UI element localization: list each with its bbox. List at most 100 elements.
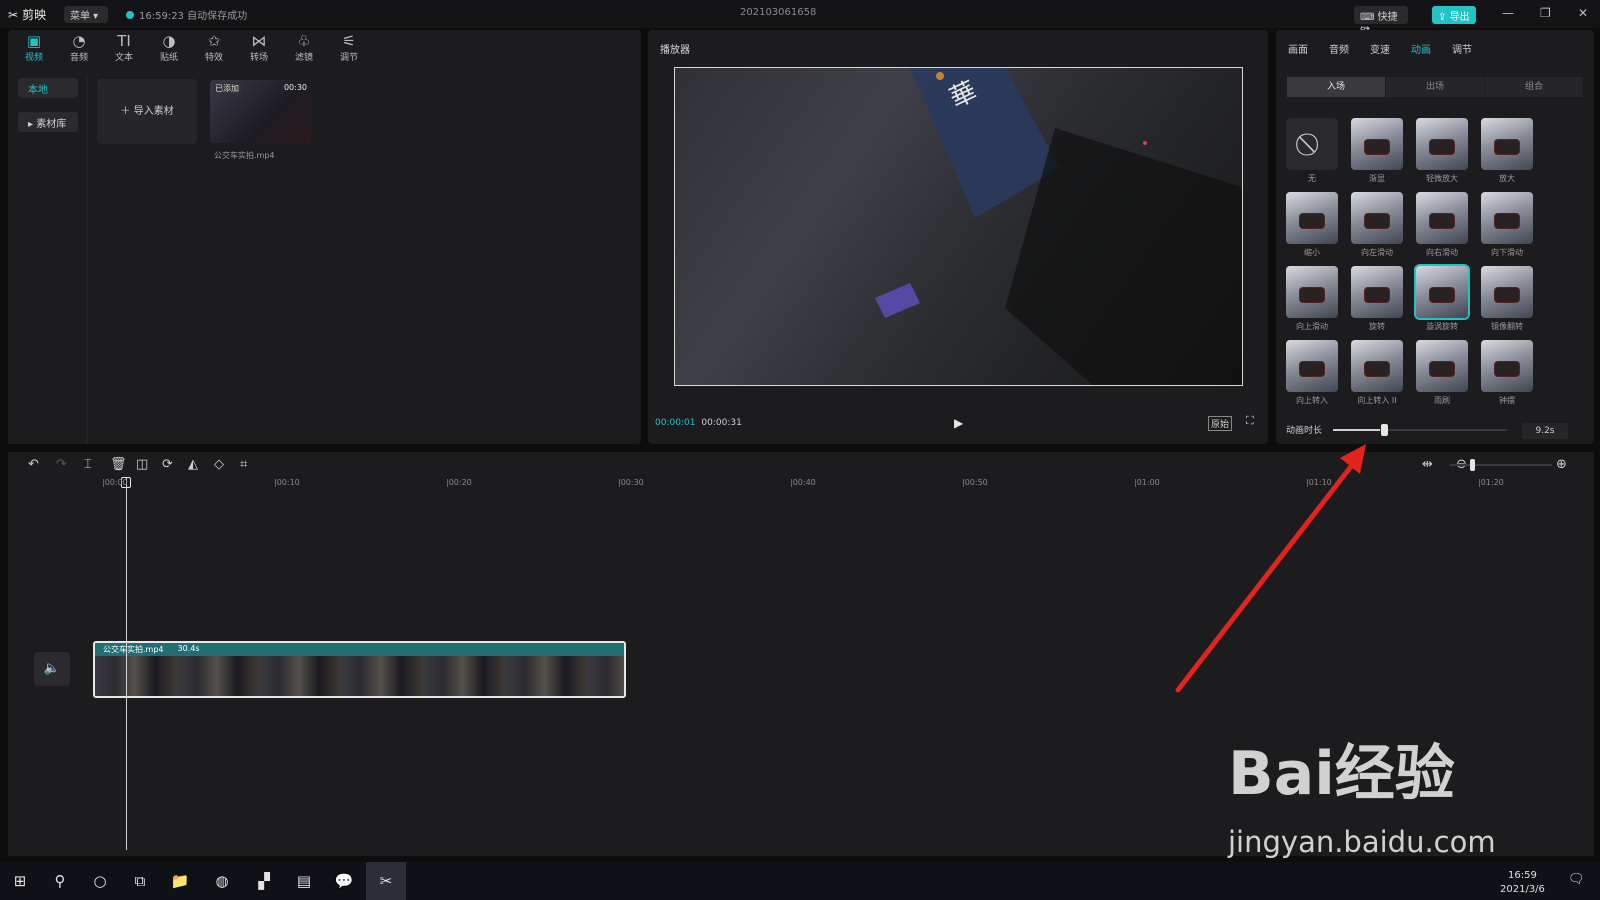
- toolbar-effects[interactable]: ✩ 特效: [196, 32, 232, 63]
- animation-label: 渐显: [1369, 174, 1385, 183]
- watermark-url: jingyan.baidu.com: [1228, 825, 1496, 859]
- file-explorer-icon[interactable]: 📁: [160, 862, 200, 900]
- animation-duration-slider[interactable]: [1333, 429, 1507, 431]
- media-clip-thumbnail[interactable]: 已添加 00:30: [210, 80, 311, 143]
- crop-icon[interactable]: ⌗: [240, 457, 247, 472]
- animation-preset[interactable]: 渐显: [1351, 118, 1403, 192]
- menu-button[interactable]: 菜单 ▾: [64, 6, 108, 23]
- mirror-icon[interactable]: ◭: [188, 457, 198, 472]
- wechat-icon[interactable]: 💬: [324, 862, 364, 900]
- animation-thumbnail: [1481, 266, 1533, 318]
- animation-preset[interactable]: 向上转入 II: [1351, 340, 1403, 414]
- jianying-taskbar-icon[interactable]: ✂: [366, 862, 406, 900]
- browser-icon[interactable]: ◍: [202, 862, 242, 900]
- ratio-original-button[interactable]: 原始: [1208, 416, 1233, 431]
- animation-preset[interactable]: 向右滑动: [1416, 192, 1468, 266]
- tab-1[interactable]: 音频: [1329, 41, 1349, 56]
- minimize-icon[interactable]: —: [1502, 6, 1514, 20]
- animation-label: 雨刷: [1434, 396, 1450, 405]
- animation-preset[interactable]: 钟摆: [1481, 340, 1533, 414]
- toolbar-text[interactable]: TI 文本: [106, 32, 142, 63]
- toolbar-sticker[interactable]: ◑ 贴纸: [151, 32, 187, 63]
- toolbar-video[interactable]: ▣ 视频: [16, 32, 52, 63]
- tab-3[interactable]: 动画: [1411, 41, 1431, 56]
- play-icon[interactable]: ▶: [954, 416, 963, 430]
- notification-icon[interactable]: 🗨: [1568, 872, 1585, 887]
- redo-icon[interactable]: ↷: [56, 457, 67, 472]
- subtab-2[interactable]: 组合: [1485, 77, 1583, 97]
- animation-preset[interactable]: 向上滑动: [1286, 266, 1338, 340]
- close-icon[interactable]: ✕: [1578, 6, 1588, 20]
- animation-preset[interactable]: 雨刷: [1416, 340, 1468, 414]
- animation-thumbnail: [1351, 192, 1403, 244]
- tab-4[interactable]: 调节: [1452, 41, 1472, 56]
- sidebar-item-local[interactable]: 本地: [18, 78, 78, 98]
- animation-preset[interactable]: 镜像翻转: [1481, 266, 1533, 340]
- video-preview[interactable]: 華: [674, 67, 1243, 386]
- snap-icon[interactable]: ⇹: [1422, 457, 1433, 472]
- start-icon[interactable]: ⊞: [0, 862, 40, 900]
- animation-preset[interactable]: 漩涡旋转: [1416, 266, 1468, 340]
- toolbar-label: 调节: [339, 53, 358, 63]
- track-mute-icon[interactable]: 🔈: [34, 652, 70, 686]
- animation-preset[interactable]: 向下滑动: [1481, 192, 1533, 266]
- animation-preset[interactable]: 旋转: [1351, 266, 1403, 340]
- fullscreen-icon[interactable]: ⛶: [1246, 414, 1254, 428]
- title-bar: ✂ 剪映 菜单 ▾ 16:59:23 自动保存成功 202103061658 ⌨ …: [0, 0, 1600, 38]
- clip-filmstrip: [95, 656, 624, 696]
- slider-handle[interactable]: [1381, 424, 1388, 436]
- adjust-icon: ⚟: [342, 32, 356, 50]
- timeline-clip[interactable]: 公交车实拍.mp4 30.4s: [93, 641, 626, 698]
- timeline-tick-label: |00:00: [102, 478, 128, 487]
- toolbar-audio[interactable]: ◔ 音频: [61, 32, 97, 63]
- delete-icon[interactable]: 🗑: [110, 457, 127, 472]
- animation-preset[interactable]: 放大: [1481, 118, 1533, 192]
- animation-preset[interactable]: 向左滑动: [1351, 192, 1403, 266]
- animation-thumbnail: [1286, 266, 1338, 318]
- shortcut-button[interactable]: ⌨ 快捷键: [1354, 6, 1408, 38]
- cortana-icon[interactable]: ○: [80, 862, 120, 900]
- tab-0[interactable]: 画面: [1288, 41, 1308, 56]
- freeze-icon[interactable]: ◫: [136, 457, 148, 472]
- task-view-icon[interactable]: ⧉: [120, 862, 160, 900]
- animation-thumbnail: [1416, 340, 1468, 392]
- subtab-1[interactable]: 出场: [1386, 77, 1484, 97]
- subtab-0[interactable]: 入场: [1287, 77, 1385, 97]
- animation-thumbnail: [1481, 118, 1533, 170]
- player-title: 播放器: [660, 45, 690, 56]
- playhead[interactable]: [126, 478, 127, 850]
- rotate-icon[interactable]: ◇: [214, 457, 224, 472]
- toolbar-filter[interactable]: ♧ 滤镜: [286, 32, 322, 63]
- animation-thumbnail: [1351, 266, 1403, 318]
- autosave-status: 16:59:23 自动保存成功: [126, 7, 247, 22]
- split-icon[interactable]: ⌶: [84, 457, 92, 472]
- tab-2[interactable]: 变速: [1370, 41, 1390, 56]
- animation-duration-value[interactable]: 9.2s: [1522, 423, 1568, 439]
- effects-icon: ✩: [207, 32, 221, 50]
- animation-preset[interactable]: 轻微放大: [1416, 118, 1468, 192]
- zoom-in-icon[interactable]: ⊕: [1556, 457, 1567, 472]
- animation-preset[interactable]: 缩小: [1286, 192, 1338, 266]
- import-media-button[interactable]: ＋ 导入素材: [97, 79, 197, 144]
- toolbar-transition[interactable]: ⋈ 转场: [241, 32, 277, 63]
- toolbar-adjust[interactable]: ⚟ 调节: [331, 32, 367, 63]
- restore-icon[interactable]: ❐: [1540, 6, 1551, 20]
- search-icon[interactable]: ⚲: [40, 862, 80, 900]
- animation-thumbnail: [1416, 118, 1468, 170]
- animation-thumbnail: [1286, 192, 1338, 244]
- timeline-zoom-slider[interactable]: [1450, 464, 1552, 466]
- zoom-handle[interactable]: [1470, 459, 1475, 471]
- sidebar-item-library[interactable]: ▸ 素材库: [18, 112, 78, 132]
- animation-label: 向右滑动: [1426, 248, 1458, 257]
- timeline-tick-label: |00:20: [446, 478, 472, 487]
- text-icon: TI: [117, 32, 131, 50]
- toolbar-label: 贴纸: [159, 53, 178, 63]
- system-clock[interactable]: 16:59 2021/3/6: [1500, 869, 1545, 897]
- animation-preset[interactable]: ⃠无: [1286, 118, 1338, 192]
- app-icon[interactable]: ▞: [244, 862, 284, 900]
- animation-preset[interactable]: 向上转入: [1286, 340, 1338, 414]
- undo-icon[interactable]: ↶: [28, 457, 39, 472]
- reverse-icon[interactable]: ⟳: [162, 457, 173, 472]
- notes-icon[interactable]: ▤: [284, 862, 324, 900]
- export-button[interactable]: ⇪ 导出: [1432, 6, 1476, 24]
